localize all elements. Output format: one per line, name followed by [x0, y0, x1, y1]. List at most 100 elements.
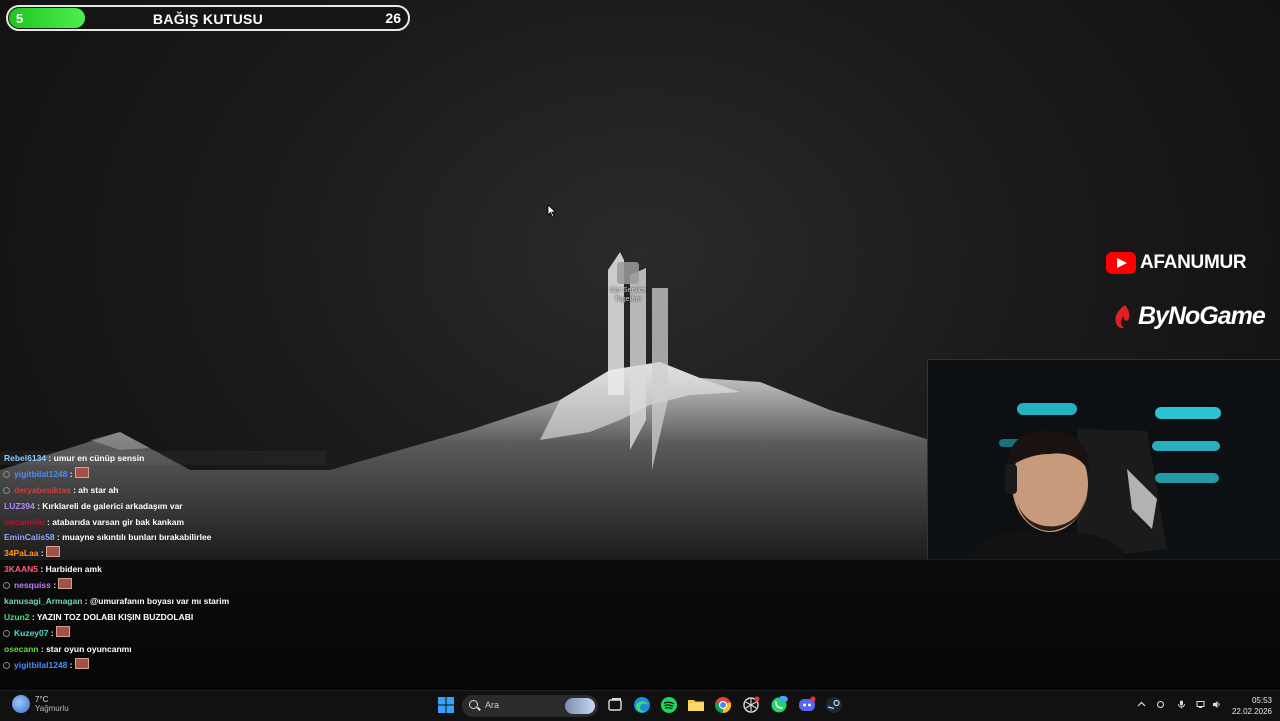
chat-username[interactable]: EminCalis58	[4, 532, 55, 542]
bynogame-flame-icon	[1115, 304, 1130, 328]
chat-emote-icon	[74, 657, 89, 669]
chat-username[interactable]: LUZ394	[4, 501, 35, 511]
sponsor-name: ByNoGame	[1138, 302, 1266, 330]
chat-badge-icon	[3, 470, 10, 478]
chat-username[interactable]: nesquiss	[14, 580, 51, 590]
sponsor-logo: ByNoGame	[1112, 302, 1266, 331]
webcam-overlay	[927, 359, 1280, 559]
chat-text: Harbiden amk	[45, 564, 102, 575]
steam-icon[interactable]	[825, 696, 843, 714]
chat-username[interactable]: Uzun2	[4, 612, 30, 622]
task-view-icon[interactable]	[606, 696, 624, 714]
chat-username[interactable]: deryabesiktas	[14, 485, 71, 495]
chat-username[interactable]: Rebel6134	[4, 453, 46, 463]
chat-text: Kırklareli de galerici arkadaşım var	[42, 500, 183, 511]
chat-username[interactable]: 34PaLaa	[4, 548, 39, 558]
chat-badge-icon	[3, 486, 10, 494]
chat-text: star oyun oyuncanmı	[46, 643, 132, 654]
file-explorer-icon[interactable]	[687, 696, 705, 714]
chat-separator: :	[48, 627, 57, 638]
youtube-channel-name: AFANUMUR	[1140, 252, 1247, 273]
desktop-shortcut[interactable]: Car Service Together	[598, 262, 658, 304]
chat-text: umur en cünüp sensin	[53, 453, 145, 463]
chat-emote-icon	[56, 625, 71, 637]
chat-badge-icon	[3, 629, 10, 637]
chat-message: osecann : star oyun oyuncanmı	[0, 642, 326, 658]
chat-username[interactable]: Kuzey07	[14, 628, 49, 638]
chat-username[interactable]: osecann	[4, 644, 39, 654]
clock-date: 22.02.2026	[1231, 707, 1272, 716]
volume-icon[interactable]	[1212, 700, 1221, 709]
donation-title: BAĞIŞ KUTUSU	[152, 11, 264, 27]
chat-username[interactable]: yigitbilal1248	[14, 660, 67, 670]
chat-separator: :	[67, 468, 75, 479]
chat-message: Rebel6134 : umur en cünüp sensin	[0, 451, 326, 467]
edge-icon[interactable]	[633, 696, 651, 714]
chat-badge-icon	[3, 582, 10, 590]
youtube-channel-logo: AFANUMUR	[1106, 252, 1247, 274]
weather-widget[interactable]: 7°C Yağmurlu	[12, 695, 69, 713]
chrome-icon[interactable]	[714, 696, 732, 714]
chat-separator: :	[67, 659, 75, 670]
chat-message: mrcano0o : atabarıda varsan gir bak kank…	[0, 515, 326, 531]
chevron-up-icon[interactable]	[1137, 700, 1146, 709]
weather-rain-icon	[12, 695, 30, 713]
chat-separator: :	[38, 548, 47, 559]
taskbar-clock[interactable]: 05:53 22.02.2026	[1232, 695, 1272, 717]
chat-message: Uzun2 : YAZIN TOZ DOLABI KIŞIN BUZDOLABI	[0, 610, 326, 626]
chat-separator: :	[50, 580, 59, 591]
weather-condition: Yağmurlu	[35, 704, 69, 713]
search-placeholder: Ara	[485, 700, 500, 710]
chat-message: deryabesiktas : ah star ah	[0, 483, 326, 499]
network-icon[interactable]	[1196, 700, 1205, 709]
chat-separator: :	[38, 643, 47, 654]
chat-emote-icon	[58, 578, 73, 590]
chat-message: 3KAAN5 : Harbiden amk	[0, 562, 326, 578]
chat-text: muayne sıkıntılı bunları bırakabilirlee	[62, 532, 212, 543]
chat-emote-icon	[46, 546, 61, 558]
chat-username[interactable]: kanusagi_Armagan	[4, 596, 82, 606]
chat-message: LUZ394 : Kırklareli de galerici arkadaşı…	[0, 499, 326, 515]
game-shortcut-icon	[617, 262, 639, 284]
mouse-cursor-icon	[547, 204, 557, 218]
chat-text: YAZIN TOZ DOLABI KIŞIN BUZDOLABI	[36, 611, 194, 622]
chat-message: EminCalis58 : muayne sıkıntılı bunları b…	[0, 530, 326, 546]
taskbar-search[interactable]: Ara	[462, 695, 598, 717]
chat-separator: :	[29, 611, 37, 622]
whatsapp-icon[interactable]	[770, 696, 788, 714]
clock-time: 05:53	[1251, 696, 1272, 705]
search-icon	[469, 700, 478, 709]
chat-message: Kuzey07 :	[0, 625, 326, 642]
microphone-icon[interactable]	[1177, 700, 1186, 709]
discord-icon[interactable]	[798, 696, 816, 714]
chat-separator: :	[82, 596, 90, 607]
chat-separator: :	[38, 564, 46, 575]
chat-message: yigitbilal1248 :	[0, 466, 326, 483]
chat-message: nesquiss :	[0, 578, 326, 594]
youtube-icon	[1106, 252, 1136, 274]
donation-goal: 26	[385, 10, 401, 26]
sync-icon[interactable]	[1156, 700, 1165, 709]
chat-emote-icon	[74, 466, 89, 478]
chat-separator: :	[54, 532, 63, 543]
chat-separator: :	[46, 453, 54, 463]
spotify-icon[interactable]	[660, 696, 678, 714]
chat-username[interactable]: 3KAAN5	[4, 564, 38, 574]
chat-message: 34PaLaa :	[0, 546, 326, 562]
search-highlight-image	[565, 698, 595, 714]
windows-start-icon[interactable]	[437, 696, 455, 714]
chat-message: kanusagi_Armagan : @umurafanın boyası va…	[0, 594, 326, 610]
chat-message: yigitbilal1248 :	[0, 657, 326, 674]
chat-username[interactable]: mrcano0o	[4, 517, 45, 527]
weather-temp: 7°C	[35, 695, 49, 704]
donation-box: 5 BAĞIŞ KUTUSU 26	[6, 5, 410, 31]
taskbar: 7°C Yağmurlu Ara 05:53 22.02.2026	[0, 690, 1280, 721]
chat-text: atabarıda varsan gir bak kankam	[52, 516, 185, 527]
chat-badge-icon	[3, 661, 10, 669]
chatgpt-icon[interactable]	[742, 696, 760, 714]
chat-text: ah star ah	[78, 484, 119, 495]
chat-text: @umurafanın boyası var mı starim	[89, 596, 230, 607]
stream-chat: Rebel6134 : umur en cünüp sensin yigitbil…	[0, 451, 326, 673]
chat-username[interactable]: yigitbilal1248	[14, 469, 67, 479]
desktop-shortcut-label: Car Service Together	[609, 287, 647, 303]
